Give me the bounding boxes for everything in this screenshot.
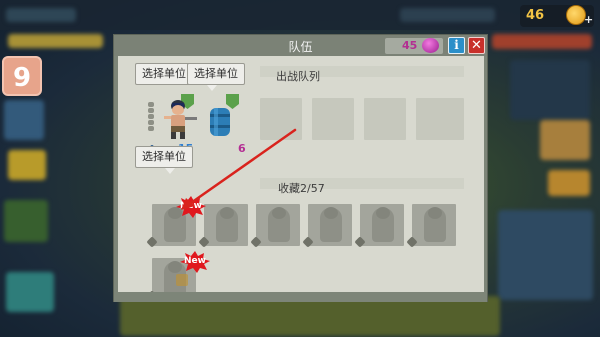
tutorial-arrow-icon [181,128,297,210]
